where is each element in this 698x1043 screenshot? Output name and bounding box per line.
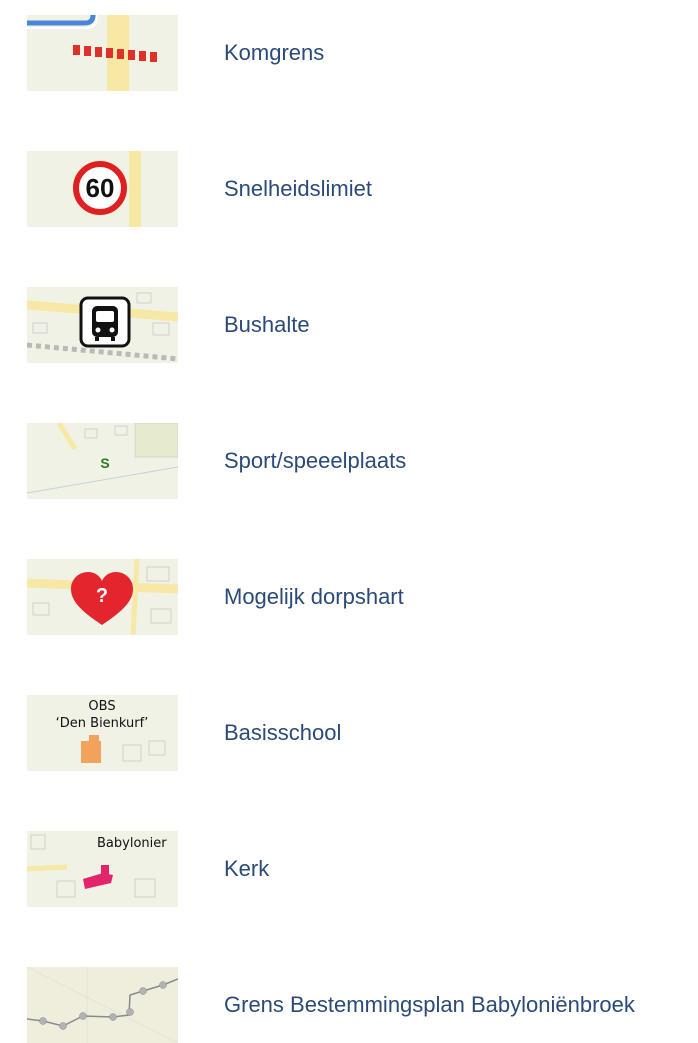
legend-label: Bushalte <box>224 312 310 337</box>
bus-stop-icon <box>27 287 178 363</box>
legend-item-dorpshart: ? Mogelijk dorpshart <box>27 559 698 635</box>
church-icon: Babylonier <box>27 831 178 907</box>
church-map-label: Babylonier <box>97 836 167 851</box>
legend-label: Basisschool <box>224 720 342 745</box>
sport-marker-text: S <box>100 455 109 471</box>
plan-boundary-icon <box>27 967 178 1043</box>
speed-limit-icon: 60 <box>27 151 178 227</box>
legend-item-komgrens: Komgrens <box>27 15 698 91</box>
legend-label: Kerk <box>224 856 270 881</box>
legend-item-snelheidslimiet: 60 Snelheidslimiet <box>27 151 698 227</box>
legend-label: Grens Bestemmingsplan Babyloniënbroek <box>224 992 635 1017</box>
legend-label: Sport/speeelplaats <box>224 448 407 473</box>
sport-playground-icon: S <box>27 423 178 499</box>
school-map-label: ‘Den Bienkurf’ <box>56 716 149 731</box>
legend-item-grens-bestemmingsplan: Grens Bestemmingsplan Babyloniënbroek <box>27 967 698 1043</box>
speed-sign-text: 60 <box>86 173 115 203</box>
heart-marker-text: ? <box>96 585 108 607</box>
municipal-boundary-icon <box>27 15 178 91</box>
legend-label: Mogelijk dorpshart <box>224 584 404 609</box>
heart-question-icon: ? <box>27 559 178 635</box>
school-map-label: OBS <box>88 699 115 714</box>
legend-item-kerk: Babylonier Kerk <box>27 831 698 907</box>
legend-label: Snelheidslimiet <box>224 176 372 201</box>
school-icon: OBS ‘Den Bienkurf’ <box>27 695 178 771</box>
legend-item-sport: S Sport/speeelplaats <box>27 423 698 499</box>
legend-item-basisschool: OBS ‘Den Bienkurf’ Basisschool <box>27 695 698 771</box>
legend-item-bushalte: Bushalte <box>27 287 698 363</box>
legend: Komgrens 60 Snelheidslimiet Bushalte S S… <box>0 0 698 1043</box>
legend-label: Komgrens <box>224 40 325 65</box>
